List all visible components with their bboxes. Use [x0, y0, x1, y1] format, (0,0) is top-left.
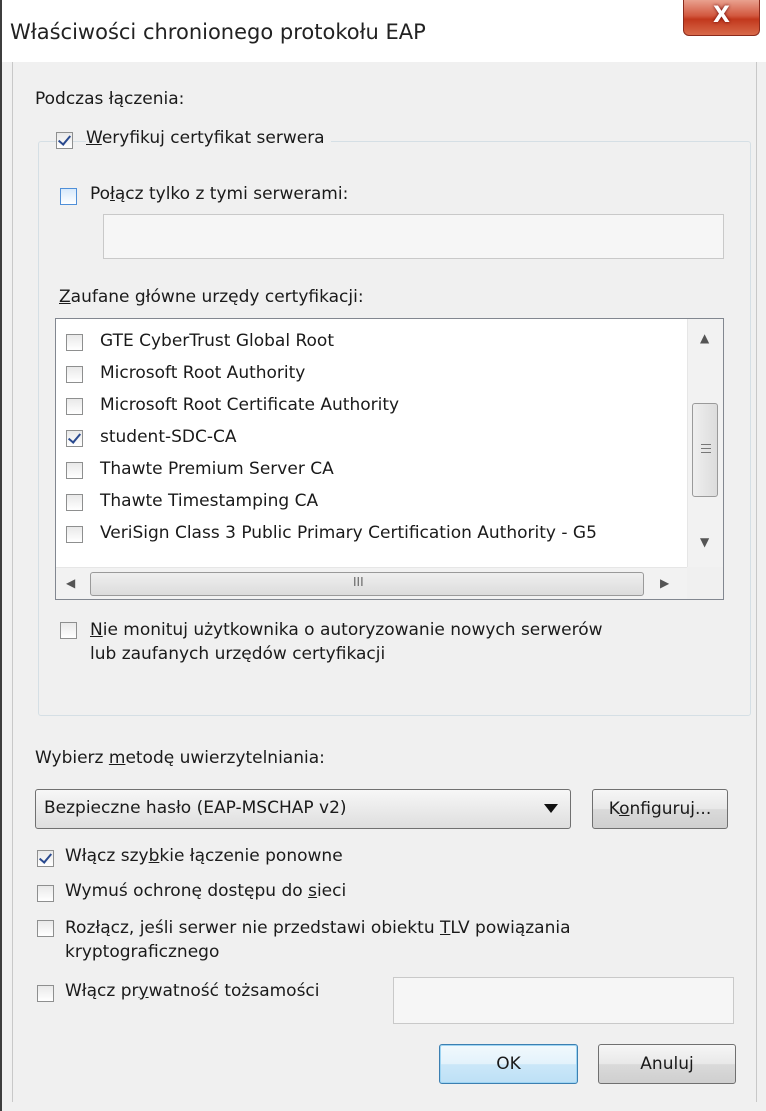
window-left-border: [0, 0, 2, 1111]
connect-only-checkbox[interactable]: [60, 188, 77, 205]
ca-item-name: Microsoft Root Certificate Authority: [100, 395, 400, 415]
ca-list-item[interactable]: Thawte Premium Server CA: [56, 455, 686, 487]
grip-icon: III: [353, 575, 364, 589]
connect-only-label[interactable]: Połącz tylko z tymi serwerami:: [90, 184, 348, 204]
close-icon: X: [713, 3, 730, 28]
horizontal-scroll-thumb[interactable]: III: [90, 572, 644, 596]
grip-line: [701, 444, 711, 445]
ca-list-item[interactable]: Microsoft Root Authority: [56, 359, 686, 391]
ca-list-item[interactable]: student-SDC-CA: [56, 423, 686, 455]
trusted-ca-label: Zaufane główne urzędy certyfikacji:: [59, 287, 364, 307]
identity-privacy-checkbox[interactable]: [37, 985, 54, 1002]
ca-list-item[interactable]: GTE CyberTrust Global Root: [56, 327, 686, 359]
nap-label[interactable]: Wymuś ochronę dostępu do sieci: [65, 881, 346, 901]
tlv-disconnect-label[interactable]: Rozłącz, jeśli serwer nie przedstawi obi…: [65, 916, 571, 964]
nap-checkbox[interactable]: [37, 885, 54, 902]
verify-cert-checkbox[interactable]: [56, 132, 73, 149]
ca-item-name: Microsoft Root Authority: [100, 363, 306, 383]
chevron-down-icon: [544, 804, 558, 813]
cancel-button[interactable]: Anuluj: [598, 1044, 736, 1084]
server-names-input[interactable]: [103, 214, 724, 259]
configure-button[interactable]: Konfiguruj...: [592, 789, 728, 829]
ca-item-checkbox[interactable]: [66, 334, 83, 351]
auth-method-value: Bezpieczne hasło (EAP-MSCHAP v2): [44, 798, 347, 818]
no-prompt-label[interactable]: Nie monituj użytkownika o autoryzowanie …: [90, 618, 603, 666]
scroll-right-arrow-icon[interactable]: ▶: [660, 576, 669, 590]
dialog-window: Właściwości chronionego protokołu EAP X …: [0, 0, 766, 1111]
ca-list-item[interactable]: Thawte Timestamping CA: [56, 487, 686, 519]
identity-privacy-label[interactable]: Włącz prywatność tożsamości: [65, 981, 320, 1001]
ca-item-name: student-SDC-CA: [100, 427, 237, 447]
trusted-ca-list[interactable]: GTE CyberTrust Global Root Microsoft Roo…: [55, 318, 724, 600]
verify-cert-label[interactable]: Weryfikuj certyfikat serwera: [86, 128, 331, 148]
grip-line: [701, 452, 711, 453]
connect-section-heading: Podczas łączenia:: [35, 89, 185, 109]
ca-list-item[interactable]: Microsoft Root Certificate Authority: [56, 391, 686, 423]
auth-method-select[interactable]: Bezpieczne hasło (EAP-MSCHAP v2): [35, 789, 571, 829]
close-button[interactable]: X: [683, 0, 760, 36]
scrollbar-corner: [687, 567, 723, 599]
horizontal-scrollbar[interactable]: ◀ III ▶: [56, 567, 687, 599]
ca-item-checkbox[interactable]: [66, 526, 83, 543]
ok-button[interactable]: OK: [439, 1044, 578, 1084]
auth-method-label: Wybierz metodę uwierzytelniania:: [35, 748, 325, 768]
ca-item-name: VeriSign Class 3 Public Primary Certific…: [100, 523, 597, 543]
vertical-scroll-thumb[interactable]: [692, 403, 718, 497]
ca-item-name: GTE CyberTrust Global Root: [100, 331, 334, 351]
ca-item-checkbox[interactable]: [66, 430, 83, 447]
scroll-up-arrow-icon[interactable]: ▲: [700, 331, 709, 345]
title-bar[interactable]: Właściwości chronionego protokołu EAP X: [0, 0, 766, 62]
ca-item-checkbox[interactable]: [66, 462, 83, 479]
grip-line: [701, 448, 711, 449]
ca-item-checkbox[interactable]: [66, 494, 83, 511]
tlv-disconnect-checkbox[interactable]: [37, 920, 54, 937]
fast-reconnect-label[interactable]: Włącz szybkie łączenie ponowne: [65, 846, 343, 866]
ca-item-name: Thawte Timestamping CA: [100, 491, 319, 511]
ca-list-item[interactable]: VeriSign Class 3 Public Primary Certific…: [56, 519, 686, 551]
scroll-left-arrow-icon[interactable]: ◀: [66, 576, 75, 590]
scroll-down-arrow-icon[interactable]: ▼: [700, 535, 709, 549]
no-prompt-checkbox[interactable]: [60, 622, 77, 639]
ca-item-name: Thawte Premium Server CA: [100, 459, 334, 479]
window-title: Właściwości chronionego protokołu EAP: [10, 20, 426, 44]
vertical-scrollbar[interactable]: ▲ ▼: [687, 319, 723, 567]
ca-item-checkbox[interactable]: [66, 366, 83, 383]
ca-item-checkbox[interactable]: [66, 398, 83, 415]
fast-reconnect-checkbox[interactable]: [37, 850, 54, 867]
identity-privacy-input[interactable]: [393, 977, 734, 1024]
